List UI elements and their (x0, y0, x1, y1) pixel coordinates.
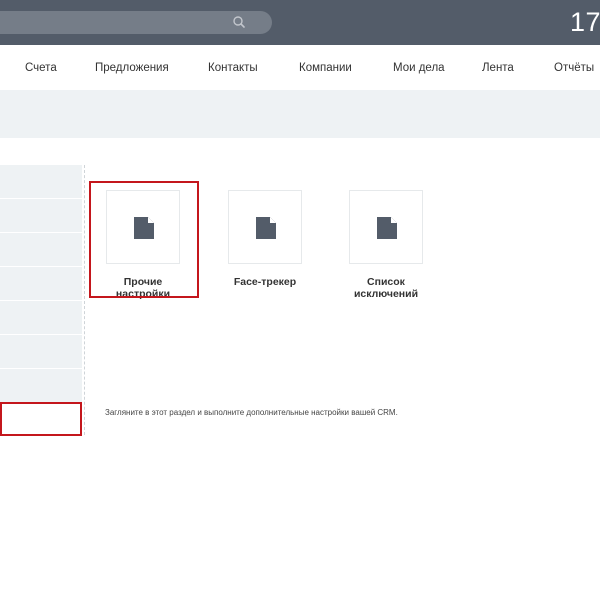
tile-label: Прочие настройки (115, 276, 171, 300)
menu-item-feed[interactable]: Лента (482, 61, 514, 75)
section-hint: Загляните в этот раздел и выполните допо… (105, 408, 398, 417)
sidebar-item[interactable] (0, 199, 82, 233)
sidebar-item[interactable] (0, 369, 82, 403)
toolbar-band (0, 90, 600, 138)
search-input[interactable] (0, 11, 272, 34)
document-icon (377, 217, 397, 239)
document-icon (134, 217, 154, 239)
top-header: 17 (0, 0, 600, 45)
clock: 17 (570, 7, 600, 37)
menu-item-companies[interactable]: Компании (299, 61, 352, 75)
menu-item-quotes[interactable]: Предложения (95, 61, 169, 75)
tile-label: Список исключений (353, 276, 419, 300)
sidebar-item[interactable] (0, 233, 82, 267)
crm-settings-page: 17 Счета Предложения Контакты Компании М… (0, 0, 600, 600)
main-menu: Счета Предложения Контакты Компании Мои … (0, 45, 600, 90)
sidebar-item[interactable] (0, 335, 82, 369)
sidebar-item-active[interactable] (0, 402, 82, 436)
settings-sidebar (0, 165, 85, 436)
sidebar-item[interactable] (0, 267, 82, 301)
search-icon[interactable] (231, 14, 247, 30)
sidebar-item[interactable] (0, 165, 82, 199)
menu-item-my-tasks[interactable]: Мои дела (393, 61, 445, 75)
document-icon (256, 217, 276, 239)
menu-item-invoices[interactable]: Счета (25, 61, 57, 75)
menu-item-reports[interactable]: Отчёты (554, 61, 594, 75)
tile-label: Face-трекер (233, 276, 297, 288)
tile-icon-box (106, 190, 180, 264)
sidebar-item[interactable] (0, 301, 82, 335)
tile-icon-box (228, 190, 302, 264)
tile-icon-box (349, 190, 423, 264)
menu-item-contacts[interactable]: Контакты (208, 61, 258, 75)
